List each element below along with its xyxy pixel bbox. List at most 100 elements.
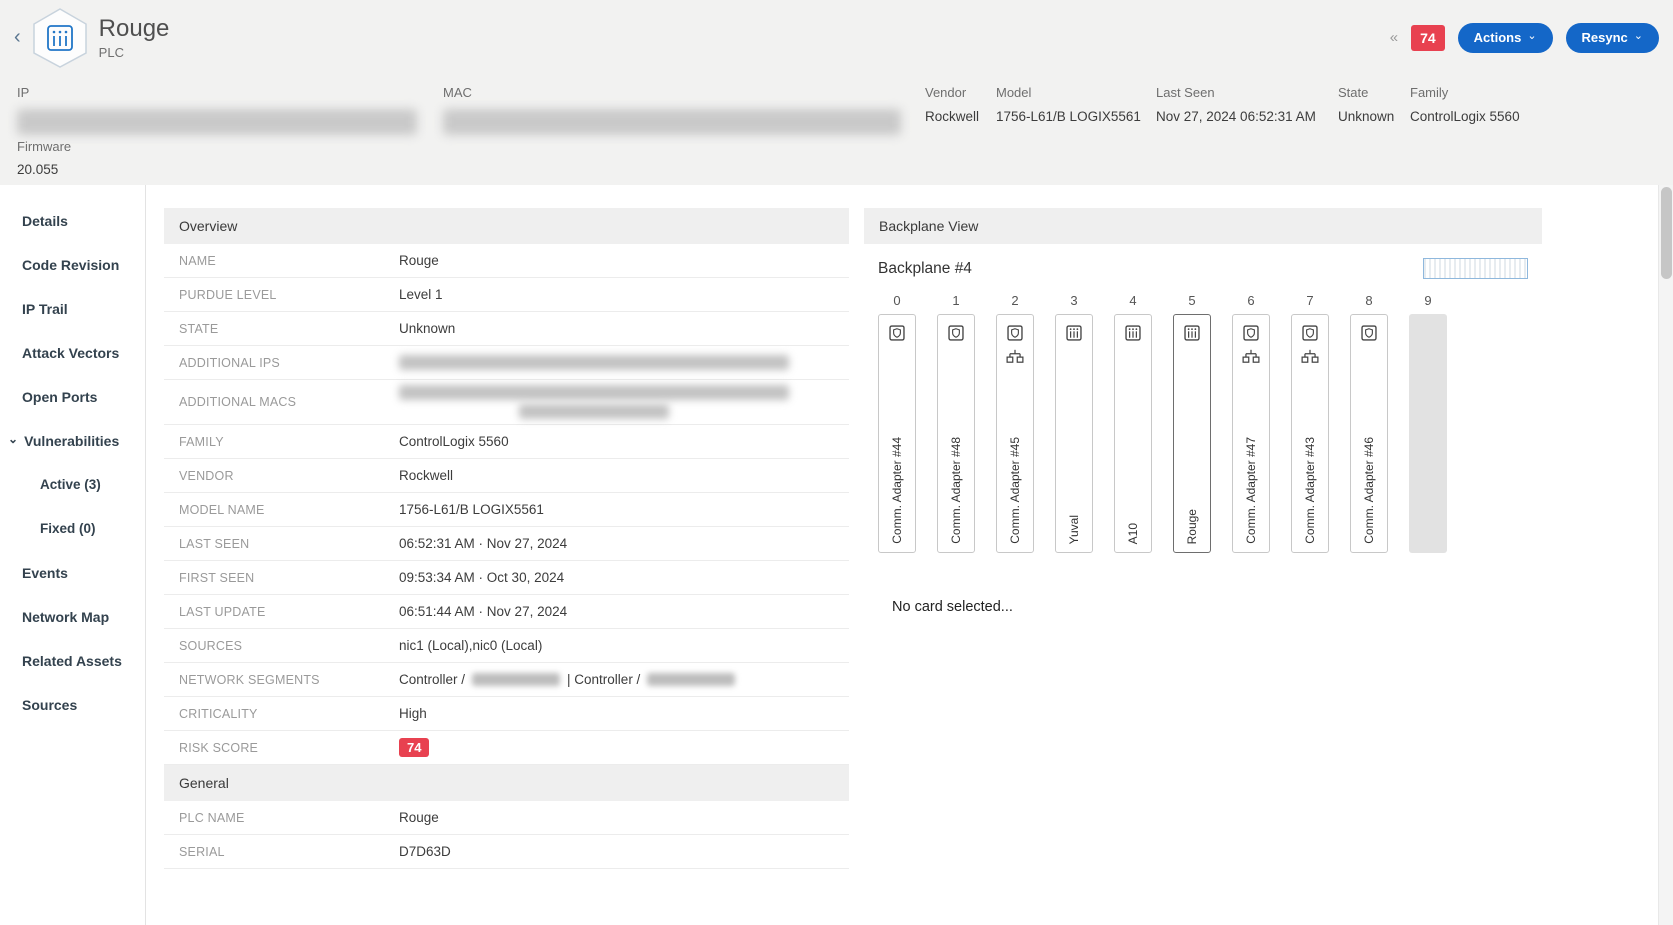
table-row-name: NAME Rouge — [164, 244, 849, 278]
mac-label: MAC — [443, 85, 925, 100]
sidebar-item-vulnerabilities[interactable]: ⌄ Vulnerabilities — [0, 419, 145, 463]
backplane-slot-1: 1 Comm. Adapter #48 — [937, 293, 975, 553]
general-section-header: General — [164, 765, 849, 801]
backplane-card[interactable]: Comm. Adapter #45 — [996, 314, 1034, 553]
comm-module-icon — [1360, 324, 1378, 342]
redacted-additional-macs — [519, 404, 669, 419]
sidebar-item-vulnerabilities-fixed[interactable]: Fixed (0) — [0, 507, 145, 551]
table-row-state: STATE Unknown — [164, 312, 849, 346]
controller-icon — [1183, 324, 1201, 342]
page-title: Rouge — [99, 16, 170, 42]
ip-label: IP — [17, 85, 443, 100]
backplane-card[interactable]: A10 — [1114, 314, 1152, 553]
last-seen-value: Nov 27, 2024 06:52:31 AM — [1156, 109, 1338, 124]
chevron-down-icon: ⌄ — [1634, 29, 1643, 42]
backplane-card[interactable]: Comm. Adapter #48 — [937, 314, 975, 553]
firmware-value: 20.055 — [17, 162, 1656, 177]
table-row-network-segments: NETWORK SEGMENTS Controller / | Controll… — [164, 663, 849, 697]
sidebar-item-attack-vectors[interactable]: Attack Vectors — [0, 331, 145, 375]
sidebar-item-events[interactable]: Events — [0, 551, 145, 595]
vertical-scrollbar[interactable] — [1658, 185, 1673, 925]
redacted-additional-ips — [399, 355, 789, 370]
redacted-additional-macs — [399, 385, 789, 400]
plc-hexagon-icon — [31, 7, 89, 69]
backplane-slot-2: 2 Comm. Adapter #45 — [996, 293, 1034, 553]
details-panel: Overview NAME Rouge PURDUE LEVEL Level 1… — [164, 208, 849, 925]
vendor-label: Vendor — [925, 85, 996, 100]
redacted-segment-name — [647, 673, 735, 686]
table-row-criticality: CRITICALITY High — [164, 697, 849, 731]
backplane-slot-3: 3 Yuval — [1055, 293, 1093, 553]
comm-module-icon — [1006, 324, 1024, 342]
table-row-vendor: VENDOR Rockwell — [164, 459, 849, 493]
backplane-card[interactable]: Comm. Adapter #44 — [878, 314, 916, 553]
state-value: Unknown — [1338, 109, 1410, 124]
risk-score-badge: 74 — [399, 738, 429, 757]
network-icon — [1242, 347, 1260, 365]
backplane-panel: Backplane View Backplane #4 0 Comm. Ada — [864, 208, 1542, 925]
backplane-card[interactable]: Comm. Adapter #46 — [1350, 314, 1388, 553]
family-label: Family — [1410, 85, 1520, 100]
table-row-model-name: MODEL NAME 1756-L61/B LOGIX5561 — [164, 493, 849, 527]
content-area: Details Code Revision IP Trail Attack Ve… — [0, 185, 1673, 925]
sidebar-item-open-ports[interactable]: Open Ports — [0, 375, 145, 419]
redacted-segment-name — [472, 673, 560, 686]
table-row-last-update: LAST UPDATE 06:51:44 AM · Nov 27, 2024 — [164, 595, 849, 629]
table-row-last-seen: LAST SEEN 06:52:31 AM · Nov 27, 2024 — [164, 527, 849, 561]
backplane-slot-6: 6 Comm. Adapter #47 — [1232, 293, 1270, 553]
page-header: ‹ Rouge PLC « 74 Actions ⌄ Resync ⌄ — [0, 0, 1673, 75]
resync-button[interactable]: Resync ⌄ — [1566, 23, 1659, 53]
sidebar: Details Code Revision IP Trail Attack Ve… — [0, 185, 146, 925]
sidebar-item-sources[interactable]: Sources — [0, 683, 145, 727]
model-label: Model — [996, 85, 1156, 100]
backplane-section-header: Backplane View — [864, 208, 1542, 244]
backplane-slot-0: 0 Comm. Adapter #44 — [878, 293, 916, 553]
comm-module-icon — [888, 324, 906, 342]
backplane-card-selected[interactable]: Rouge — [1173, 314, 1211, 553]
table-row-serial: SERIAL D7D63D — [164, 835, 849, 869]
backplane-slot-5: 5 Rouge — [1173, 293, 1211, 553]
controller-icon — [1124, 324, 1142, 342]
back-icon[interactable]: ‹ — [14, 26, 21, 49]
backplane-slot-4: 4 A10 — [1114, 293, 1152, 553]
table-row-risk-score: RISK SCORE 74 — [164, 731, 849, 765]
scrollbar-thumb[interactable] — [1661, 187, 1672, 279]
table-row-plc-name: PLC NAME Rouge — [164, 801, 849, 835]
risk-score-badge: 74 — [1411, 25, 1445, 51]
table-row-additional-macs: ADDITIONAL MACS — [164, 380, 849, 425]
asset-type-label: PLC — [99, 45, 170, 60]
sidebar-item-ip-trail[interactable]: IP Trail — [0, 287, 145, 331]
family-value: ControlLogix 5560 — [1410, 109, 1520, 124]
sidebar-item-vulnerabilities-active[interactable]: Active (3) — [0, 463, 145, 507]
chevron-down-icon: ⌄ — [1527, 29, 1536, 42]
backplane-card[interactable]: Comm. Adapter #47 — [1232, 314, 1270, 553]
sidebar-item-related-assets[interactable]: Related Assets — [0, 639, 145, 683]
table-row-family: FAMILY ControlLogix 5560 — [164, 425, 849, 459]
chevron-down-icon: ⌄ — [8, 430, 18, 448]
firmware-label: Firmware — [17, 139, 1656, 154]
backplane-title: Backplane #4 — [878, 260, 972, 278]
controller-icon — [1065, 324, 1083, 342]
backplane-slot-8: 8 Comm. Adapter #46 — [1350, 293, 1388, 553]
state-label: State — [1338, 85, 1410, 100]
table-row-sources: SOURCES nic1 (Local),nic0 (Local) — [164, 629, 849, 663]
collapse-panel-icon[interactable]: « — [1390, 29, 1398, 46]
backplane-card[interactable]: Yuval — [1055, 314, 1093, 553]
model-value: 1756-L61/B LOGIX5561 — [996, 109, 1156, 124]
table-row-first-seen: FIRST SEEN 09:53:34 AM · Oct 30, 2024 — [164, 561, 849, 595]
sidebar-item-code-revision[interactable]: Code Revision — [0, 243, 145, 287]
redacted-ip-value — [17, 109, 417, 135]
vendor-value: Rockwell — [925, 109, 996, 124]
comm-module-icon — [1242, 324, 1260, 342]
sidebar-item-network-map[interactable]: Network Map — [0, 595, 145, 639]
sidebar-item-details[interactable]: Details — [0, 199, 145, 243]
table-row-purdue-level: PURDUE LEVEL Level 1 — [164, 278, 849, 312]
asset-info-bar: IP MAC Vendor Rockwell Model 1756-L61/B … — [0, 75, 1673, 185]
overview-section-header: Overview — [164, 208, 849, 244]
backplane-card[interactable]: Comm. Adapter #43 — [1291, 314, 1329, 553]
network-icon — [1006, 347, 1024, 365]
last-seen-label: Last Seen — [1156, 85, 1338, 100]
actions-button[interactable]: Actions ⌄ — [1458, 23, 1553, 53]
comm-module-icon — [947, 324, 965, 342]
backplane-slot-9: 9 — [1409, 293, 1447, 553]
